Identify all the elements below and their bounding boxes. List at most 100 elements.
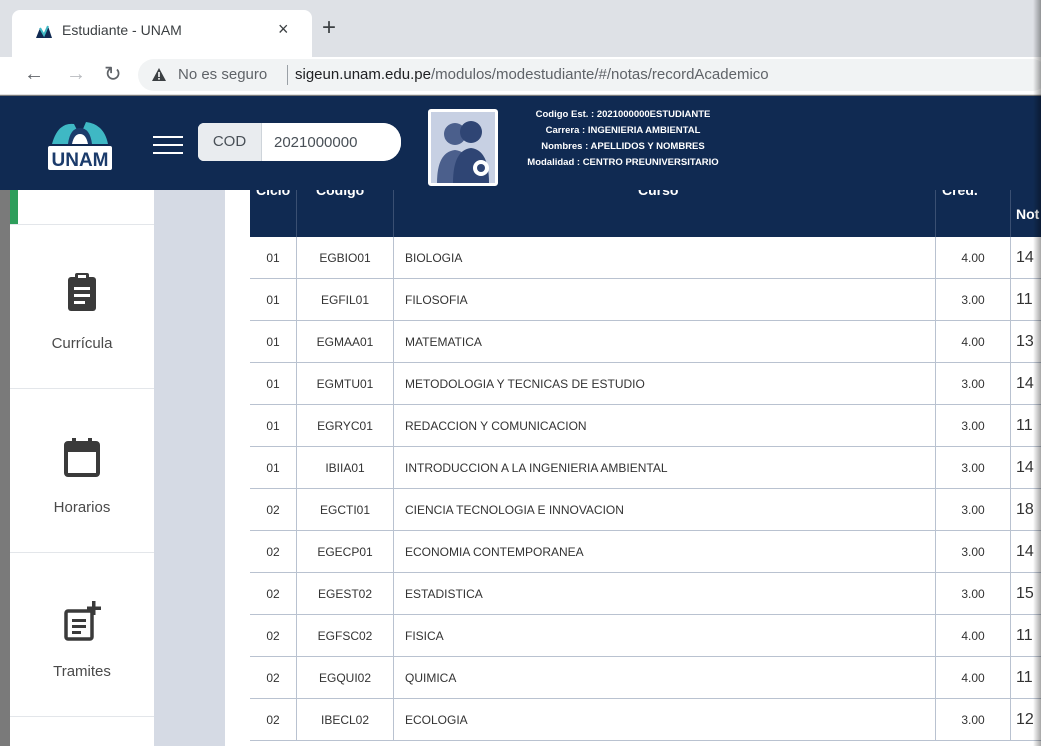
cell-codigo: IBIIA01 [325, 461, 365, 475]
cell-codigo: EGEST02 [317, 587, 373, 601]
reload-icon[interactable]: ↻ [104, 62, 122, 87]
new-tab-button[interactable]: + [322, 16, 336, 40]
student-info: Codigo Est. : 2021000000ESTUDIANTE Carre… [508, 107, 738, 171]
cell-curso: ESTADISTICA [405, 587, 483, 601]
cell-codigo: EGQUI02 [318, 671, 372, 685]
cell-codigo: EGMAA01 [316, 335, 374, 349]
header-cred: Cred. [942, 190, 978, 198]
table-row: 01 IBIIA01 INTRODUCCION A LA INGENIERIA AM… [250, 447, 1041, 489]
student-name: Nombres : APELLIDOS Y NOMBRES [541, 141, 705, 152]
app-header: UNAM COD Codigo Est. : 2021000000ESTUDIA… [0, 96, 1041, 190]
column-divider [393, 573, 394, 615]
column-divider [393, 699, 394, 741]
cell-ciclo: 02 [266, 629, 280, 643]
cell-codigo: EGCTI01 [319, 503, 370, 517]
cell-codigo: EGECP01 [317, 545, 373, 559]
cell-cred: 3.00 [961, 419, 985, 433]
cell-cred: 4.00 [961, 335, 985, 349]
cell-ciclo: 02 [266, 503, 280, 517]
unam-logo[interactable]: UNAM [44, 114, 116, 174]
cell-codigo: EGBIO01 [319, 251, 371, 265]
tab-title: Estudiante - UNAM [62, 22, 182, 38]
sidebar-item-label: Horarios [53, 499, 111, 516]
column-divider [393, 321, 394, 363]
cell-cred: 4.00 [961, 251, 985, 265]
logo-text: UNAM [52, 150, 109, 171]
url-text[interactable]: sigeun.unam.edu.pe/modulos/modestudiante… [295, 66, 769, 83]
column-divider [393, 363, 394, 405]
calendar-icon [64, 438, 100, 477]
cell-cred: 3.00 [961, 545, 985, 559]
sidebar-item-tramites[interactable]: Tramites [10, 553, 154, 717]
address-bar[interactable]: No es seguro sigeun.unam.edu.pe/modulos/… [138, 59, 1041, 91]
column-divider [1010, 237, 1011, 279]
column-divider [393, 615, 394, 657]
forward-arrow-icon[interactable]: → [66, 63, 86, 86]
menu-hamburger-icon[interactable] [153, 136, 183, 154]
sidebar: Currícula Horarios Tramites [10, 190, 154, 746]
back-arrow-icon[interactable]: ← [24, 63, 44, 86]
table-row: 02 EGCTI01 CIENCIA TECNOLOGIA E INNOVACION… [250, 489, 1041, 531]
cell-curso: INTRODUCCION A LA INGENIERIA AMBIENTAL [405, 461, 668, 475]
sidebar-item-active[interactable] [10, 190, 154, 225]
column-divider [1010, 489, 1011, 531]
url-host: sigeun.unam.edu.pe [295, 66, 431, 83]
content-gutter [154, 190, 225, 746]
column-divider [1010, 321, 1011, 363]
table-row: 01 EGMTU01 METODOLOGIA Y TECNICAS DE ESTUD… [250, 363, 1041, 405]
cell-cred: 3.00 [961, 587, 985, 601]
cell-ciclo: 01 [266, 293, 280, 307]
cell-codigo: IBECL02 [320, 713, 370, 727]
clipboard-icon [68, 273, 96, 311]
warning-icon[interactable] [151, 67, 167, 82]
security-status[interactable]: No es seguro [178, 66, 267, 83]
unam-favicon-icon [36, 25, 52, 38]
active-indicator [10, 190, 18, 224]
student-modality: Modalidad : CENTRO PREUNIVERSITARIO [527, 157, 719, 168]
column-divider [393, 279, 394, 321]
header-divider [935, 190, 936, 237]
sidebar-item-label: Tramites [53, 663, 111, 680]
cell-curso: CIENCIA TECNOLOGIA E INNOVACION [405, 503, 624, 517]
cell-ciclo: 01 [266, 335, 280, 349]
column-divider [393, 447, 394, 489]
cell-curso: BIOLOGIA [405, 251, 463, 265]
browser-tabstrip: Estudiante - UNAM × + [0, 0, 1041, 57]
column-divider [1010, 279, 1011, 321]
table-row: 02 EGQUI02 QUIMICA 4.00 11 [250, 657, 1041, 699]
sidebar-item-horarios[interactable]: Horarios [10, 389, 154, 553]
column-divider [1010, 615, 1011, 657]
header-divider [1010, 190, 1011, 237]
cell-ciclo: 02 [266, 671, 280, 685]
header-divider [393, 190, 394, 237]
column-divider [1010, 447, 1011, 489]
table-row: 02 IBECL02 ECOLOGIA 3.00 12 [250, 699, 1041, 741]
table-row: 01 EGBIO01 BIOLOGIA 4.00 14 [250, 237, 1041, 279]
column-divider [1010, 531, 1011, 573]
column-divider [1010, 699, 1011, 741]
header-codigo: Codigo [316, 190, 365, 198]
tab-close-icon[interactable]: × [278, 19, 289, 40]
cell-ciclo: 01 [266, 377, 280, 391]
cell-codigo: EGFSC02 [317, 629, 373, 643]
student-code: Codigo Est. : 2021000000ESTUDIANTE [535, 109, 711, 120]
cell-ciclo: 01 [266, 461, 280, 475]
cell-cred: 3.00 [961, 377, 985, 391]
column-divider [393, 531, 394, 573]
cod-input[interactable] [262, 123, 401, 161]
header-divider [296, 190, 297, 237]
cell-cred: 3.00 [961, 461, 985, 475]
window-edge-shadow [1033, 0, 1041, 746]
column-divider [393, 237, 394, 279]
cell-ciclo: 02 [266, 713, 280, 727]
browser-tab[interactable]: Estudiante - UNAM × [12, 10, 312, 57]
cell-curso: ECOLOGIA [405, 713, 468, 727]
cell-curso: ECONOMIA CONTEMPORANEA [405, 545, 584, 559]
cell-cred: 4.00 [961, 629, 985, 643]
sidebar-item-curricula[interactable]: Currícula [10, 225, 154, 389]
cell-cred: 3.00 [961, 503, 985, 517]
url-path: /modulos/modestudiante/#/notas/recordAca… [430, 66, 769, 83]
column-divider [393, 405, 394, 447]
avatar [428, 109, 498, 186]
address-separator [287, 65, 288, 85]
